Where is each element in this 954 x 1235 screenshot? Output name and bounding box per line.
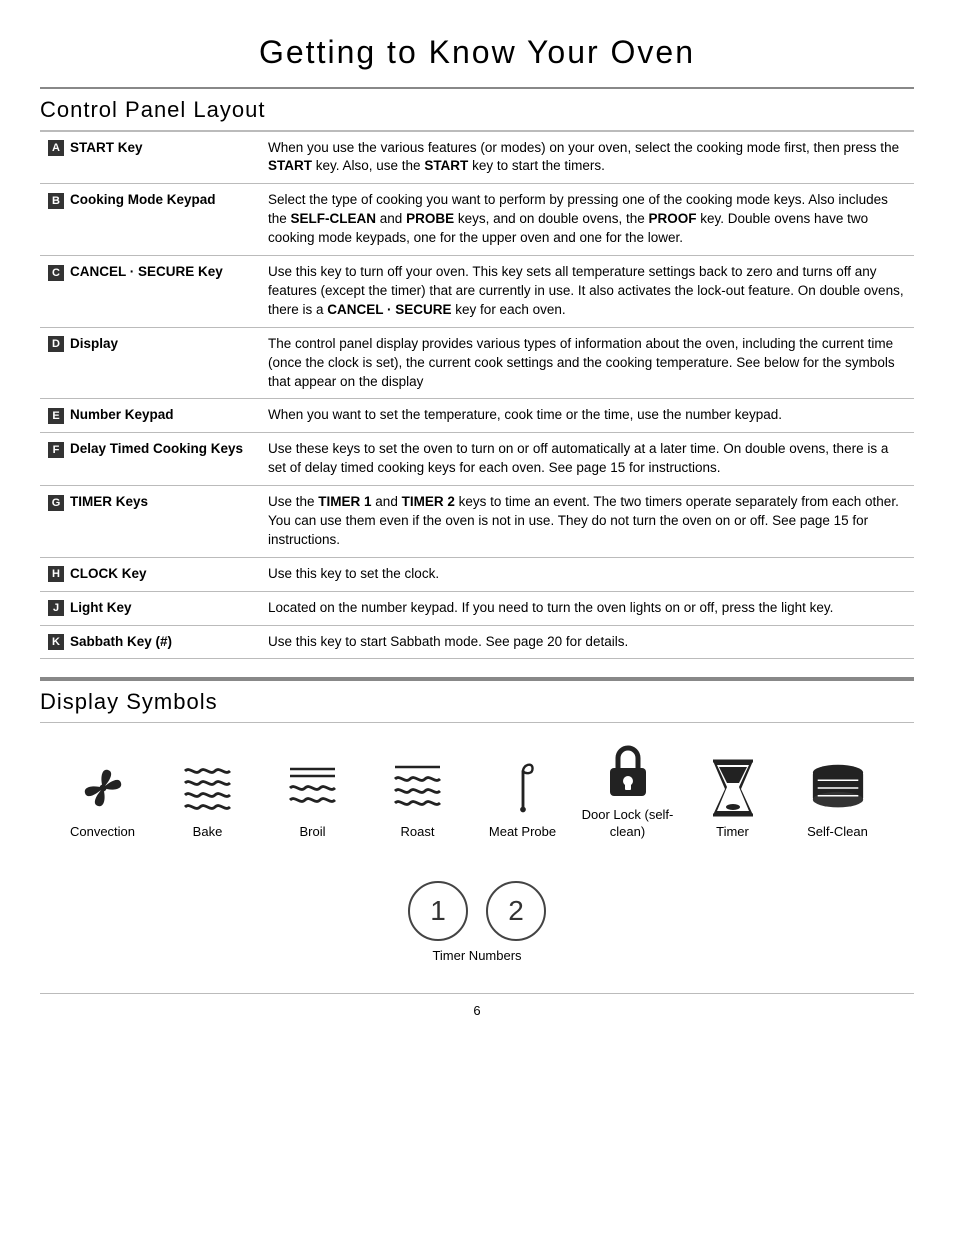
row-label-cell: A START Key: [40, 131, 260, 184]
row-key-label: Light Key: [70, 600, 132, 615]
row-label-cell: D Display: [40, 327, 260, 399]
table-row: K Sabbath Key (#) Use this key to start Sa…: [40, 625, 914, 659]
row-label-cell: B Cooking Mode Keypad: [40, 184, 260, 256]
row-desc-cell: Use this key to start Sabbath mode. See …: [260, 625, 914, 659]
timer-numbers-row: 12: [40, 881, 914, 941]
row-badge: C: [48, 265, 64, 281]
row-key-label: CLOCK Key: [70, 566, 147, 581]
symbol-label: Broil: [299, 824, 325, 841]
symbol-item: Self-Clean: [785, 758, 890, 841]
main-title: Getting to Know Your Oven: [40, 20, 914, 87]
row-desc-cell: Use this key to turn off your oven. This…: [260, 256, 914, 328]
symbol-label: Roast: [401, 824, 435, 841]
row-key-label: Sabbath Key (#): [70, 634, 172, 649]
row-desc-cell: Select the type of cooking you want to p…: [260, 184, 914, 256]
row-label-cell: F Delay Timed Cooking Keys: [40, 433, 260, 486]
row-label-cell: E Number Keypad: [40, 399, 260, 433]
row-desc-cell: Located on the number keypad. If you nee…: [260, 591, 914, 625]
symbol-label: Convection: [70, 824, 135, 841]
row-key-label: START Key: [70, 140, 143, 155]
table-row: H CLOCK Key Use this key to set the clock.: [40, 557, 914, 591]
table-row: E Number Keypad When you want to set the t…: [40, 399, 914, 433]
row-badge: G: [48, 495, 64, 511]
symbol-item: Bake: [155, 758, 260, 841]
row-desc-cell: The control panel display provides vario…: [260, 327, 914, 399]
table-row: F Delay Timed Cooking Keys Use these keys …: [40, 433, 914, 486]
display-symbols-title: Display Symbols: [40, 679, 914, 723]
doorlock-icon: [602, 741, 654, 801]
table-row: B Cooking Mode Keypad Select the type of c…: [40, 184, 914, 256]
symbol-label: Bake: [193, 824, 223, 841]
timer-number-circle: 2: [486, 881, 546, 941]
symbol-label: Self-Clean: [807, 824, 868, 841]
page-number: 6: [40, 993, 914, 1020]
control-panel-table: A START Key When you use the various featu…: [40, 131, 914, 660]
symbol-item: Broil: [260, 758, 365, 841]
row-label-cell: H CLOCK Key: [40, 557, 260, 591]
row-key-label: CANCEL · SECURE Key: [70, 264, 223, 279]
row-label-cell: G TIMER Keys: [40, 486, 260, 558]
bake-icon: [181, 758, 234, 818]
row-desc-cell: When you want to set the temperature, co…: [260, 399, 914, 433]
symbol-item: Convection: [50, 758, 155, 841]
row-badge: K: [48, 634, 64, 650]
row-key-label: TIMER Keys: [70, 494, 148, 509]
selfclean-icon: [808, 758, 868, 818]
row-badge: D: [48, 336, 64, 352]
symbol-item: Timer: [680, 758, 785, 841]
symbol-label: Door Lock (self-clean): [575, 807, 680, 841]
row-badge: F: [48, 442, 64, 458]
row-label-cell: J Light Key: [40, 591, 260, 625]
broil-icon: [286, 758, 339, 818]
row-badge: J: [48, 600, 64, 616]
table-row: C CANCEL · SECURE Key Use this key to turn…: [40, 256, 914, 328]
timer-numbers-label: Timer Numbers: [40, 947, 914, 965]
row-label-cell: C CANCEL · SECURE Key: [40, 256, 260, 328]
row-desc-cell: Use the TIMER 1 and TIMER 2 keys to time…: [260, 486, 914, 558]
probe-icon: [499, 758, 547, 818]
convection-icon: [72, 758, 134, 818]
timer-number-circle: 1: [408, 881, 468, 941]
row-key-label: Number Keypad: [70, 407, 174, 422]
row-desc-cell: When you use the various features (or mo…: [260, 131, 914, 184]
row-key-label: Delay Timed Cooking Keys: [70, 441, 243, 456]
table-row: A START Key When you use the various featu…: [40, 131, 914, 184]
roast-icon: [391, 758, 444, 818]
timer-icon: [705, 758, 761, 818]
table-row: J Light Key Located on the number keypad. …: [40, 591, 914, 625]
symbol-label: Timer: [716, 824, 749, 841]
symbol-item: Door Lock (self-clean): [575, 741, 680, 841]
symbols-row: Convection Bake Broil Roast Meat Probe Door…: [40, 723, 914, 841]
row-badge: H: [48, 566, 64, 582]
row-badge: B: [48, 193, 64, 209]
symbol-label: Meat Probe: [489, 824, 556, 841]
symbol-item: Meat Probe: [470, 758, 575, 841]
symbol-item: Roast: [365, 758, 470, 841]
row-key-label: Display: [70, 336, 118, 351]
table-row: D Display The control panel display provid…: [40, 327, 914, 399]
row-desc-cell: Use this key to set the clock.: [260, 557, 914, 591]
control-panel-title: Control Panel Layout: [40, 87, 914, 131]
row-desc-cell: Use these keys to set the oven to turn o…: [260, 433, 914, 486]
row-label-cell: K Sabbath Key (#): [40, 625, 260, 659]
row-badge: A: [48, 140, 64, 156]
table-row: G TIMER Keys Use the TIMER 1 and TIMER 2 k…: [40, 486, 914, 558]
row-key-label: Cooking Mode Keypad: [70, 192, 216, 207]
row-badge: E: [48, 408, 64, 424]
